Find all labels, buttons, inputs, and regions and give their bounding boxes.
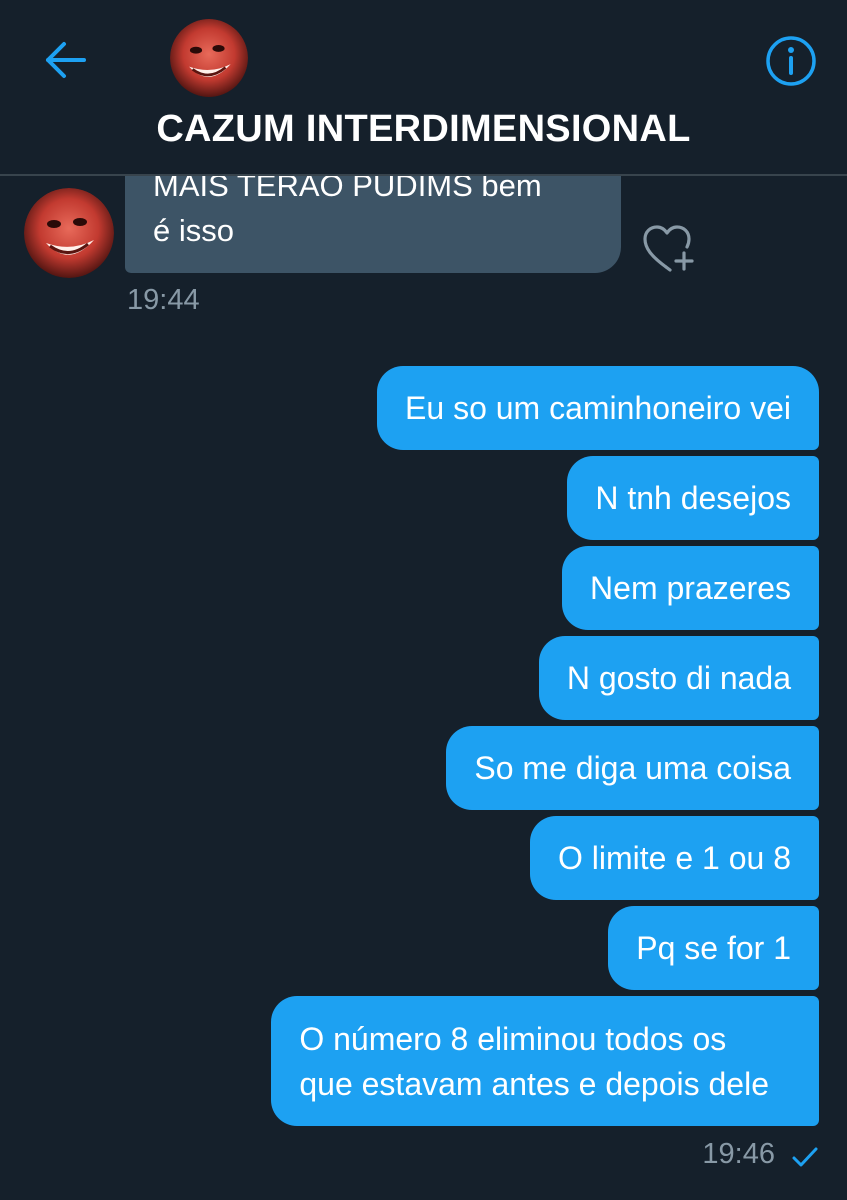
conversation-title[interactable]: CAZUM INTERDIMENSIONAL	[0, 108, 847, 151]
outgoing-message-bubble[interactable]: O limite e 1 ou 8	[530, 816, 819, 900]
heart-plus-icon[interactable]	[641, 223, 699, 273]
incoming-message-line: é isso	[153, 213, 234, 248]
outgoing-message-bubble[interactable]: So me diga uma coisa	[446, 726, 819, 810]
check-icon	[790, 1144, 820, 1170]
dm-conversation-screen: MAIS TERÃO PUDIMS bem é isso 19:44 CAZUM…	[0, 0, 847, 1200]
sender-avatar[interactable]	[24, 188, 114, 278]
outgoing-message-bubble[interactable]: N tnh desejos	[567, 456, 819, 540]
conversation-header: CAZUM INTERDIMENSIONAL	[0, 0, 847, 176]
outgoing-message-line: que estavam antes e depois dele	[299, 1066, 769, 1102]
outgoing-message-bubble[interactable]: O número 8 eliminou todos os que estavam…	[271, 996, 819, 1126]
outgoing-message-bubble[interactable]: Nem prazeres	[562, 546, 819, 630]
outgoing-timestamp: 19:46	[702, 1138, 775, 1170]
incoming-timestamp: 19:44	[127, 284, 200, 316]
outgoing-message-line: O número 8 eliminou todos os	[299, 1021, 727, 1057]
outgoing-message-bubble[interactable]: Pq se for 1	[608, 906, 819, 990]
outgoing-message-bubble[interactable]: N gosto di nada	[538, 636, 819, 720]
outgoing-message-bubble[interactable]: Eu so um caminhoneiro vei	[377, 366, 819, 450]
info-icon[interactable]	[764, 34, 818, 88]
arrow-left-icon[interactable]	[40, 34, 92, 86]
conversation-avatar[interactable]	[170, 19, 248, 97]
